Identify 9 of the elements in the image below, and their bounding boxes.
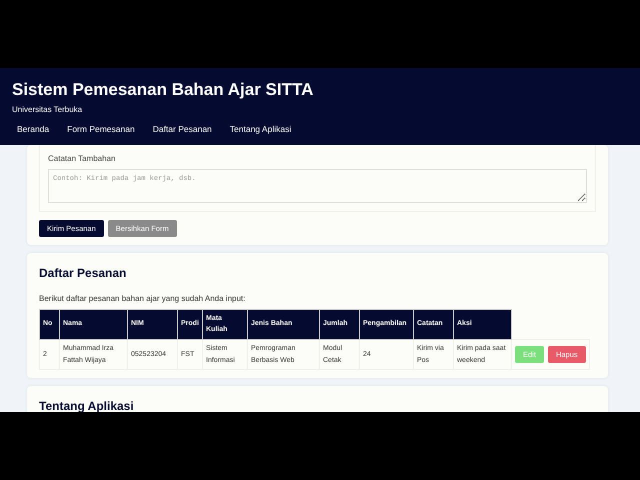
notes-label: Catatan Tambahan bbox=[48, 153, 116, 164]
intro-text: Berikut daftar pesanan bahan ajar yang sudah Anda input: bbox=[39, 294, 246, 304]
site-subtitle: Universitas Terbuka bbox=[12, 105, 82, 115]
site-title: Sistem Pemesanan Bahan Ajar SITTA bbox=[12, 80, 314, 100]
nav-link[interactable]: Form Pemesanan bbox=[62, 122, 140, 136]
section-title: Daftar Pesanan bbox=[39, 266, 126, 280]
nav-link[interactable]: Tentang Aplikasi bbox=[224, 122, 296, 136]
nav-link[interactable]: Beranda bbox=[12, 122, 54, 136]
nav-link[interactable]: Daftar Pesanan bbox=[148, 122, 217, 136]
